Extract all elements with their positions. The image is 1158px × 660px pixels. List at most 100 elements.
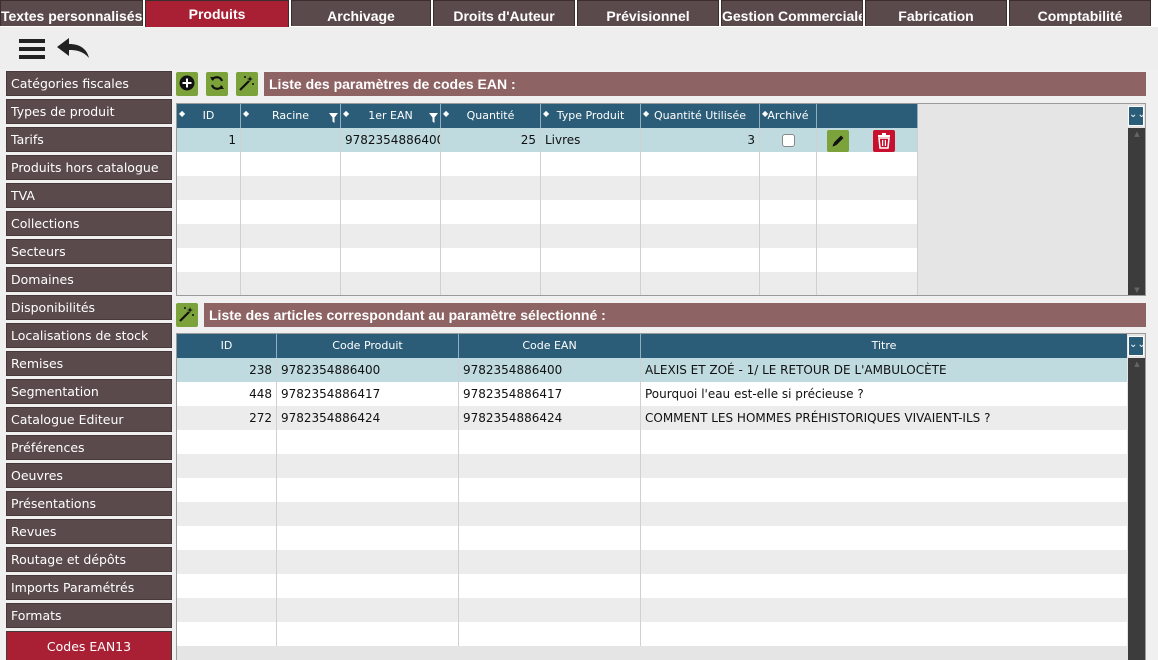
sidebar-item-preferences[interactable]: Préférences — [6, 435, 172, 460]
empty-cell — [459, 550, 641, 574]
expand-columns-button[interactable]: ⌄⌄ — [1128, 106, 1145, 126]
tab-droits-auteur[interactable]: Droits d'Auteur — [433, 0, 575, 26]
filter-icon[interactable] — [429, 108, 438, 128]
tab-produits[interactable]: Produits — [145, 0, 289, 27]
empty-cell — [177, 176, 241, 200]
scroll-down-icon[interactable]: ▼ — [1128, 284, 1145, 295]
delete-button[interactable] — [872, 129, 895, 152]
sidebar-item-categories-fiscales[interactable]: Catégories fiscales — [6, 71, 172, 96]
empty-cell — [341, 176, 441, 200]
empty-cell — [641, 502, 1127, 526]
magic-wand-icon — [239, 75, 255, 94]
empty-cell — [177, 224, 241, 248]
empty-cell — [177, 272, 241, 295]
magic-wand-button[interactable] — [176, 303, 198, 327]
sidebar-item-secteurs[interactable]: Secteurs — [6, 239, 172, 264]
sidebar-item-codes-ean13[interactable]: Codes EAN13 — [6, 631, 172, 660]
empty-cell — [277, 598, 459, 622]
sidebar-item-tva[interactable]: TVA — [6, 183, 172, 208]
col-header-racine[interactable]: ◆ Racine — [241, 104, 341, 128]
sidebar-item-presentations[interactable]: Présentations — [6, 491, 172, 516]
sidebar-item-collections[interactable]: Collections — [6, 211, 172, 236]
cell-code-ean: 9782354886417 — [459, 382, 641, 406]
edit-icon — [831, 135, 845, 151]
tab-gestion-commerciale[interactable]: Gestion Commerciale — [721, 0, 863, 26]
empty-cell — [441, 176, 541, 200]
col-header-first-ean[interactable]: ◆ 1er EAN — [341, 104, 441, 128]
tab-previsionnel[interactable]: Prévisionnel — [577, 0, 719, 26]
cell-actions — [817, 128, 918, 152]
tab-comptabilite[interactable]: Comptabilité — [1009, 0, 1151, 26]
sidebar-item-produits-hors-catalogue[interactable]: Produits hors catalogue — [6, 155, 172, 180]
empty-cell — [277, 430, 459, 454]
col-header-type-produit[interactable]: ◆ Type Produit — [541, 104, 641, 128]
col-header-code-ean[interactable]: Code EAN — [459, 334, 641, 358]
empty-cell — [641, 272, 760, 295]
col-header-label: ID — [202, 109, 215, 122]
sidebar-item-formats[interactable]: Formats — [6, 603, 172, 628]
refresh-icon — [209, 75, 225, 94]
sidebar-item-oeuvres[interactable]: Oeuvres — [6, 463, 172, 488]
empty-cell — [641, 248, 760, 272]
empty-cell — [459, 598, 641, 622]
sidebar-item-remises[interactable]: Remises — [6, 351, 172, 376]
empty-cell — [441, 272, 541, 295]
col-header-id[interactable]: ◆ ID — [177, 104, 241, 128]
empty-cell — [817, 152, 918, 176]
edit-button[interactable] — [827, 129, 849, 152]
col-header-quantite[interactable]: ◆ Quantité — [441, 104, 541, 128]
sidebar-item-routage-et-depots[interactable]: Routage et dépôts — [6, 547, 172, 572]
col-header-quantite-utilisee[interactable]: ◆ Quantité Utilisée — [641, 104, 760, 128]
scroll-up-icon[interactable]: ▲ — [1128, 358, 1145, 370]
sidebar-item-types-de-produit[interactable]: Types de produit — [6, 99, 172, 124]
sidebar-item-disponibilites[interactable]: Disponibilités — [6, 295, 172, 320]
col-header-id[interactable]: ID — [177, 334, 277, 358]
col-header-label: ID — [220, 339, 233, 352]
empty-cell — [277, 454, 459, 478]
sidebar-item-domaines[interactable]: Domaines — [6, 267, 172, 292]
tab-textes-personnalises[interactable]: Textes personnalisés — [0, 0, 143, 26]
sidebar-item-imports-parametres[interactable]: Imports Paramétrés — [6, 575, 172, 600]
sidebar: Catégories fiscales Types de produit Tarif… — [6, 71, 172, 660]
refresh-button[interactable] — [206, 72, 228, 96]
col-header-titre[interactable]: Titre — [641, 334, 1127, 358]
cell-id: 448 — [177, 382, 277, 406]
ean-grid-body: 1 9782354886400 25 Livres 3 — [177, 128, 918, 295]
empty-cell — [177, 526, 277, 550]
vertical-scrollbar[interactable]: ▲ — [1128, 358, 1145, 660]
empty-row — [177, 598, 1127, 622]
sidebar-item-catalogue-editeur[interactable]: Catalogue Editeur — [6, 407, 172, 432]
add-button[interactable] — [176, 72, 198, 96]
sidebar-item-tarifs[interactable]: Tarifs — [6, 127, 172, 152]
expand-columns-button[interactable]: ⌄⌄ — [1128, 336, 1145, 356]
sidebar-item-localisations-de-stock[interactable]: Localisations de stock — [6, 323, 172, 348]
table-row[interactable]: 272 9782354886424 9782354886424 COMMENT LES… — [177, 406, 1127, 430]
cell-titre: ALEXIS ET ZOÉ - 1/ LE RETOUR DE L'AMBULO… — [645, 363, 947, 377]
empty-cell — [241, 248, 341, 272]
table-row[interactable]: 238 9782354886400 9782354886400 ALEXIS ET Z… — [177, 358, 1127, 382]
table-row[interactable]: 448 9782354886417 9782354886417 Pourquoi l'… — [177, 382, 1127, 406]
back-arrow-icon[interactable] — [56, 37, 90, 62]
cell-quantite: 25 — [441, 128, 541, 152]
col-header-archive[interactable]: ◆ Archivé — [760, 104, 817, 128]
tab-archivage[interactable]: Archivage — [291, 0, 431, 26]
table-row[interactable]: 1 9782354886400 25 Livres 3 — [177, 128, 918, 152]
col-header-code-produit[interactable]: Code Produit — [277, 334, 459, 358]
tab-fabrication[interactable]: Fabrication — [865, 0, 1007, 26]
col-header-label: Quantité Utilisée — [653, 109, 747, 122]
magic-wand-button[interactable] — [236, 72, 258, 96]
vertical-scrollbar[interactable]: ▲ ▼ — [1128, 128, 1145, 295]
empty-cell — [641, 454, 1127, 478]
sidebar-item-revues[interactable]: Revues — [6, 519, 172, 544]
empty-cell — [177, 478, 277, 502]
hamburger-menu-icon[interactable] — [19, 39, 45, 62]
sidebar-item-segmentation[interactable]: Segmentation — [6, 379, 172, 404]
empty-row — [177, 272, 918, 295]
archive-checkbox[interactable] — [781, 134, 795, 147]
filter-icon[interactable] — [329, 108, 338, 128]
empty-cell — [341, 272, 441, 295]
scroll-up-icon[interactable]: ▲ — [1128, 128, 1145, 140]
empty-row — [177, 526, 1127, 550]
empty-row — [177, 200, 918, 224]
empty-cell — [641, 430, 1127, 454]
